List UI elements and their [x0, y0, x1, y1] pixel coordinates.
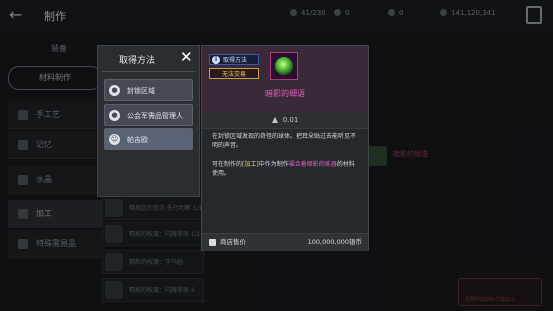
- item-description: 在封锁区域发现的奇怪的球体。把耳朵贴过去能听见不明的声音。: [212, 133, 357, 149]
- user-icon: ☺: [109, 134, 120, 145]
- close-icon[interactable]: ✕: [180, 48, 193, 66]
- item-usage: 可在制作的[加工]中作为制作福合着暗影的练器的材料使用。: [212, 161, 355, 177]
- weight-row: 0.01: [202, 112, 368, 129]
- source-guild-quartermaster[interactable]: ● 公会军需品管理人: [104, 104, 193, 126]
- divider: [102, 71, 195, 72]
- item-name: 暗影的细语: [265, 89, 305, 98]
- popup-title: 取得方法: [118, 56, 155, 66]
- source-pajio[interactable]: ☺ 帕吉欧: [104, 128, 193, 150]
- untradeable-badge: 无法交易: [209, 68, 259, 79]
- price-value: 100,000,000银币: [307, 238, 362, 246]
- price-label: 商店售价: [220, 238, 246, 246]
- item-detail-panel: i 取得方法 无法交易 暗影的细语 0.01 在封锁区域发现的奇怪的球体。把耳朵贴…: [201, 45, 369, 251]
- shop-icon: [209, 239, 216, 246]
- shop-price-row: 商店售价 100,000,000银币: [202, 233, 368, 251]
- acquire-method-button[interactable]: i 取得方法: [209, 54, 259, 65]
- acquire-method-popup: 取得方法 ✕ ● 封锁区域 ● 公会军需品管理人 ☺ 帕吉欧: [97, 45, 200, 197]
- item-header: i 取得方法 无法交易 暗影的细语: [202, 46, 368, 113]
- location-icon: ●: [109, 110, 120, 121]
- location-icon: ●: [109, 85, 120, 96]
- green-orb-icon: [275, 57, 293, 75]
- weight-icon: [271, 117, 278, 123]
- source-sealed-area[interactable]: ● 封锁区域: [104, 79, 193, 101]
- info-icon: i: [212, 56, 220, 64]
- item-icon: [270, 52, 298, 80]
